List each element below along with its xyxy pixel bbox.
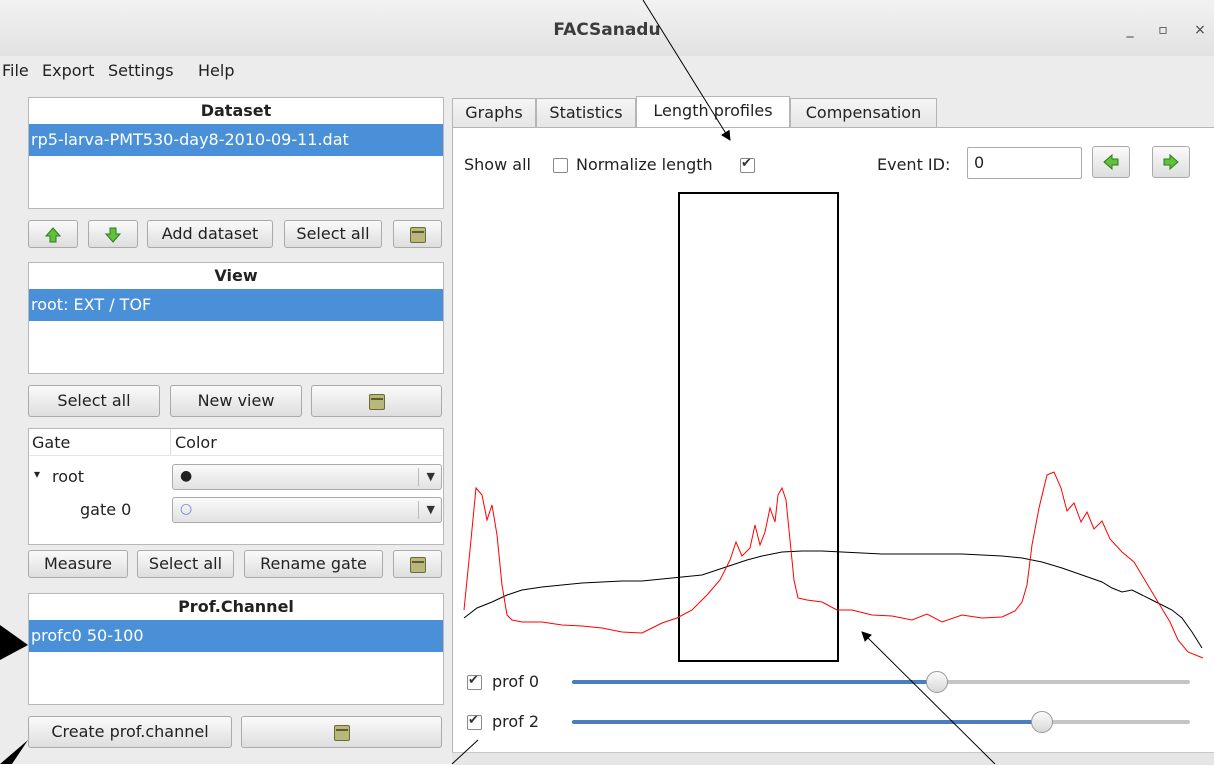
tab-compensation[interactable]: Compensation [790, 98, 937, 128]
tab-graphs[interactable]: Graphs [452, 98, 536, 128]
gate-0-color-select[interactable]: ○ ▼ [172, 497, 442, 523]
trash-icon [409, 556, 426, 573]
view-list-item[interactable]: root: EXT / TOF [29, 289, 443, 321]
view-header: View [214, 266, 258, 285]
create-prof-channel-button[interactable]: Create prof.channel [28, 716, 232, 748]
prof-2-slider-fill [572, 720, 1042, 724]
chevron-down-icon: ▼ [426, 503, 435, 516]
previous-event-button[interactable] [1092, 146, 1130, 178]
prof-0-checkbox[interactable] [467, 673, 482, 690]
next-event-button[interactable] [1152, 146, 1190, 178]
move-down-button[interactable] [88, 220, 138, 248]
prof-0-slider[interactable] [572, 671, 1190, 693]
tab-length-profiles[interactable]: Length profiles [636, 96, 790, 128]
close-button[interactable]: × [1192, 22, 1208, 38]
prof-2-slider-handle[interactable] [1030, 711, 1053, 733]
trash-icon [368, 393, 385, 410]
dataset-list-item[interactable]: rp5-larva-PMT530-day8-2010-09-11.dat [29, 124, 443, 156]
show-all-label: Show all [464, 155, 531, 174]
menu-file[interactable]: File [2, 61, 29, 80]
menu-help[interactable]: Help [198, 61, 234, 80]
arrow-up-icon [45, 226, 61, 242]
title-bar: FACSanadu _ ▫ × [0, 0, 1214, 57]
column-divider [170, 429, 171, 455]
view-panel: View root: EXT / TOF [28, 262, 444, 374]
menu-bar: File Export Settings Help [0, 56, 1214, 86]
dataset-select-all-button[interactable]: Select all [284, 220, 382, 248]
prof-0-label: prof 0 [492, 672, 540, 691]
event-id-label: Event ID: [877, 155, 951, 174]
prof-0-slider-fill [572, 680, 937, 684]
expand-icon[interactable]: ▾ [34, 467, 40, 481]
trash-icon [333, 724, 350, 741]
gate-table: Gate Color ▾ root ● ▼ gate 0 ○ ▼ [28, 428, 444, 545]
remove-prof-channel-button[interactable] [241, 716, 442, 748]
red-profile-curve [463, 471, 1204, 659]
gate-column-header: Gate [32, 433, 71, 452]
combo-separator [418, 501, 419, 519]
prof-channel-panel: Prof.Channel profc0 50-100 [28, 593, 444, 705]
prof-channel-list-item[interactable]: profc0 50-100 [29, 620, 443, 652]
gate-root-label[interactable]: root [52, 467, 84, 486]
normalize-length-checkbox[interactable] [740, 156, 755, 173]
remove-dataset-button[interactable] [393, 220, 442, 248]
prof-2-checkbox[interactable] [467, 713, 482, 730]
new-view-button[interactable]: New view [170, 385, 302, 417]
black-profile-curve [463, 550, 1203, 649]
status-strip [452, 752, 1214, 765]
color-swatch-icon: ○ [180, 501, 193, 517]
prof-2-slider[interactable] [572, 711, 1190, 733]
dataset-header: Dataset [200, 101, 272, 120]
prof-0-slider-handle[interactable] [925, 671, 948, 693]
rename-gate-button[interactable]: Rename gate [244, 550, 383, 578]
app-window: FACSanadu _ ▫ × File Export Settings Hel… [0, 0, 1214, 765]
event-id-input[interactable]: 0 [967, 147, 1082, 179]
minimize-button[interactable]: _ [1122, 22, 1138, 38]
dataset-panel: Dataset rp5-larva-PMT530-day8-2010-09-11… [28, 97, 444, 209]
maximize-button[interactable]: ▫ [1155, 22, 1171, 38]
length-profile-plot [463, 192, 1204, 662]
color-column-header: Color [175, 433, 217, 452]
color-swatch-icon: ● [180, 468, 193, 484]
normalize-length-label: Normalize length [576, 155, 713, 174]
trash-icon [409, 226, 426, 243]
header-divider [29, 455, 443, 456]
prof-2-label: prof 2 [492, 712, 540, 731]
gate-select-all-button[interactable]: Select all [137, 550, 234, 578]
measure-button[interactable]: Measure [28, 550, 128, 578]
show-all-checkbox[interactable] [553, 158, 568, 173]
menu-export[interactable]: Export [42, 61, 94, 80]
view-select-all-button[interactable]: Select all [28, 385, 160, 417]
root-color-select[interactable]: ● ▼ [172, 464, 442, 490]
window-title: FACSanadu [553, 20, 661, 40]
arrow-right-icon [1163, 154, 1179, 170]
move-up-button[interactable] [28, 220, 78, 248]
chevron-down-icon: ▼ [426, 470, 435, 483]
prof-channel-header: Prof.Channel [178, 597, 294, 616]
add-dataset-button[interactable]: Add dataset [147, 220, 273, 248]
profile-window-rectangle [678, 192, 839, 662]
gate-0-label[interactable]: gate 0 [80, 500, 131, 519]
combo-separator [418, 468, 419, 486]
tab-statistics[interactable]: Statistics [536, 98, 636, 128]
menu-settings[interactable]: Settings [108, 61, 174, 80]
arrow-left-icon [1103, 154, 1119, 170]
arrow-down-icon [105, 227, 121, 243]
remove-gate-button[interactable] [393, 550, 442, 578]
remove-view-button[interactable] [311, 385, 442, 417]
